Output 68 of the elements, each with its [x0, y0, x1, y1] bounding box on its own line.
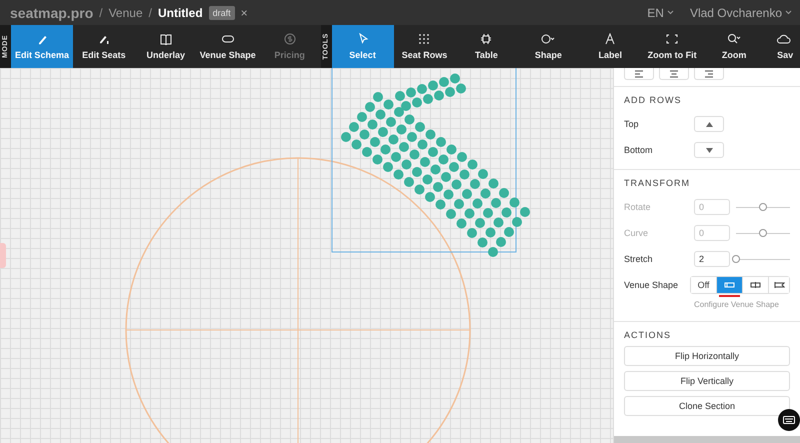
status-badge: draft: [208, 6, 235, 20]
breadcrumb-item[interactable]: Untitled: [158, 6, 203, 20]
venue-shape-option[interactable]: Off: [691, 277, 717, 293]
slider-thumb[interactable]: [732, 255, 740, 263]
keyboard-icon: [783, 416, 795, 424]
add-row-button[interactable]: [694, 116, 724, 132]
grid-canvas[interactable]: [0, 68, 613, 443]
align-icon: [669, 70, 679, 78]
letter-icon: [603, 33, 618, 45]
dot-grid-icon: [417, 33, 432, 45]
tool-button[interactable]: Shape: [517, 25, 580, 68]
action-button[interactable]: Clone Section: [624, 396, 790, 416]
circle-icon: [541, 33, 556, 45]
keyboard-button[interactable]: [778, 409, 800, 431]
row-label: Bottom: [624, 145, 654, 155]
chevron-down-icon: [666, 10, 674, 15]
align-icon: [704, 70, 714, 78]
breadcrumb-separator: /: [148, 6, 152, 20]
hint-text: Configure Venue Shape: [693, 300, 780, 309]
row-label: Curve: [624, 228, 650, 238]
mode-button[interactable]: Edit Schema: [11, 25, 73, 68]
align-button[interactable]: [659, 68, 689, 80]
search-icon: [727, 33, 742, 45]
user-menu[interactable]: Vlad Ovcharenko: [690, 6, 792, 20]
section-title: TRANSFORM: [624, 178, 691, 188]
row-label: Rotate: [624, 202, 652, 212]
seat-section-drawing[interactable]: [341, 74, 530, 257]
tool-button[interactable]: Sav: [765, 25, 800, 68]
stage-shape-icon: [750, 281, 761, 289]
venue-shape-circle[interactable]: [125, 157, 471, 443]
close-button[interactable]: ×: [240, 6, 248, 20]
logo[interactable]: seatmap.pro: [10, 4, 94, 20]
horizontal-scrollbar[interactable]: [614, 436, 800, 443]
align-button[interactable]: [694, 68, 724, 80]
action-button[interactable]: Flip Horizontally: [624, 346, 790, 366]
breadcrumb-separator: /: [99, 6, 103, 20]
section-title: ADD ROWS: [624, 95, 682, 105]
mode-button[interactable]: Venue Shape: [196, 25, 259, 68]
row-label: Stretch: [624, 254, 654, 264]
side-panel-handle[interactable]: [0, 243, 6, 268]
language-menu[interactable]: EN: [647, 6, 674, 20]
align-button[interactable]: [624, 68, 654, 80]
section-title: ACTIONS: [624, 330, 672, 340]
cloud-icon: [777, 33, 792, 45]
tool-button[interactable]: Zoom: [703, 25, 766, 68]
frame-corners-icon: [665, 33, 680, 45]
mode-button[interactable]: Underlay: [134, 25, 197, 68]
rounded-rectangle-icon: [220, 33, 235, 45]
tool-button[interactable]: Table: [455, 25, 518, 68]
tool-button[interactable]: Label: [579, 25, 642, 68]
chevron-down-icon: [785, 10, 792, 15]
align-icon: [634, 70, 644, 78]
action-button[interactable]: Flip Vertically: [624, 371, 790, 391]
row-label: Venue Shape: [624, 280, 680, 290]
dollar-circle-icon: [282, 33, 297, 45]
row-label: Top: [624, 119, 640, 129]
triangle-up-icon: [706, 122, 712, 126]
stage-shape-icon: [774, 281, 784, 289]
triangle-down-icon: [706, 148, 712, 152]
breadcrumb-item[interactable]: Venue: [108, 6, 143, 20]
add-row-button[interactable]: [694, 142, 724, 158]
book-icon: [158, 33, 173, 45]
number-field[interactable]: 2: [694, 251, 730, 267]
tool-button[interactable]: Zoom to Fit: [641, 25, 704, 68]
mode-button[interactable]: Edit Seats: [72, 25, 135, 68]
tool-button[interactable]: Seat Rows: [394, 25, 456, 68]
tool-button[interactable]: Select: [332, 25, 394, 68]
stage-shape-icon: [724, 281, 735, 289]
